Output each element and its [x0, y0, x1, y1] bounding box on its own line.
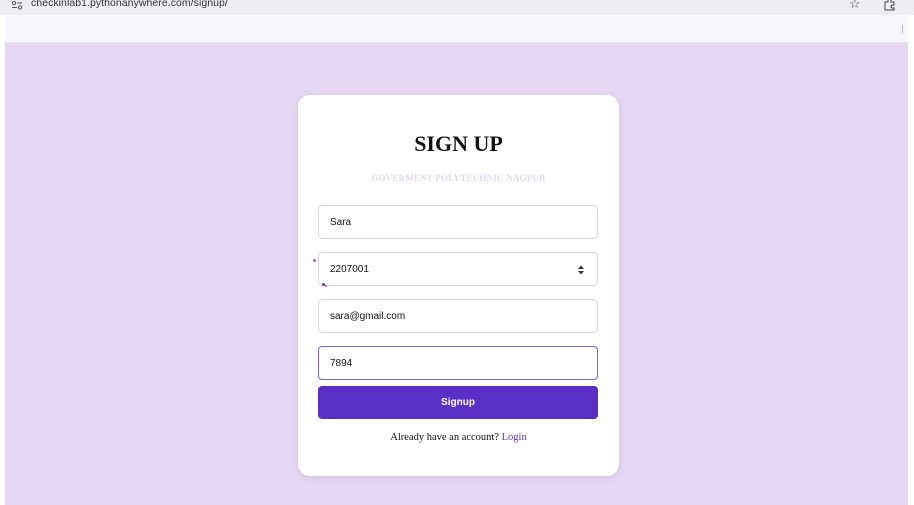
page-title: SIGN UP: [414, 131, 503, 156]
number-spinner-icon[interactable]: [577, 264, 585, 276]
password-field[interactable]: 7894: [318, 346, 598, 380]
institution-subtitle: GOVERMENT POLYTECHNIC NAGPUR: [371, 173, 546, 183]
page-viewport: SIGN UP GOVERMENT POLYTECHNIC NAGPUR Sar…: [5, 43, 908, 505]
login-prompt: Already have an account? Login: [298, 432, 619, 443]
address-bar[interactable]: checkinlab1.pythonanywhere.com/signup/ ☆: [0, 0, 914, 15]
decorative-dot: [325, 285, 327, 287]
login-link[interactable]: Login: [502, 432, 527, 443]
star-icon[interactable]: ☆: [849, 0, 861, 12]
password-value: 7894: [330, 357, 353, 369]
signup-card: SIGN UP GOVERMENT POLYTECHNIC NAGPUR Sar…: [298, 95, 619, 476]
bookmarks-bar: [5, 15, 908, 43]
site-settings-icon[interactable]: [11, 0, 23, 10]
email-field[interactable]: sara@gmail.com: [318, 299, 598, 333]
name-field[interactable]: Sara: [318, 205, 598, 239]
decorative-dot: [313, 259, 316, 262]
roll-number-field[interactable]: 2207001: [318, 252, 598, 286]
roll-number-value: 2207001: [330, 263, 369, 275]
email-value: sara@gmail.com: [330, 310, 406, 322]
login-prompt-text: Already have an account?: [390, 432, 499, 443]
signup-button[interactable]: Signup: [318, 386, 598, 419]
extensions-icon[interactable]: [883, 0, 897, 11]
name-value: Sara: [330, 216, 352, 228]
scroll-marker: [902, 25, 903, 33]
url-text[interactable]: checkinlab1.pythonanywhere.com/signup/: [31, 0, 228, 9]
